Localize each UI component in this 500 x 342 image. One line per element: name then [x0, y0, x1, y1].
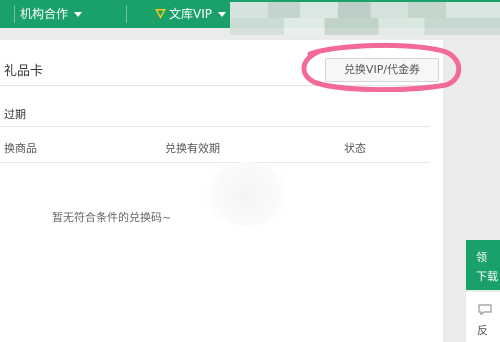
side-promo-line-1: 领 — [476, 251, 487, 264]
filter-divider — [0, 126, 430, 127]
hand-drawn-circle-annotation — [301, 42, 462, 92]
faint-watermark — [205, 162, 289, 226]
page-title: 礼品卡 — [4, 64, 44, 79]
nav-vip-label: 文库VIP — [169, 7, 212, 21]
chevron-down-icon — [218, 12, 226, 17]
vip-diamond-icon — [155, 9, 166, 19]
side-promo-card[interactable]: 领 下载 — [466, 240, 500, 290]
column-header-validity: 兑换有效期 — [165, 142, 220, 155]
nav-partner-label: 机构合作 — [20, 7, 69, 21]
side-feedback-card[interactable]: 反 — [466, 292, 500, 342]
nav-menu-vip[interactable]: 文库VIP — [154, 0, 226, 28]
nav-divider — [14, 5, 15, 23]
chevron-down-icon — [74, 12, 83, 17]
nav-menu-partner[interactable]: 机构合作 — [20, 0, 83, 28]
nav-divider — [126, 5, 127, 23]
side-feedback-label: 反 — [477, 324, 488, 337]
pixelated-user-area — [230, 2, 500, 35]
column-header-item: 换商品 — [4, 142, 37, 155]
table-header-divider — [0, 162, 430, 163]
chat-bubble-icon — [478, 304, 492, 315]
filter-expired-tab[interactable]: 过期 — [4, 106, 26, 122]
column-header-status: 状态 — [344, 142, 366, 155]
empty-state-message: 暂无符合条件的兑换码~ — [52, 211, 172, 224]
side-promo-line-2: 下载 — [476, 270, 498, 283]
